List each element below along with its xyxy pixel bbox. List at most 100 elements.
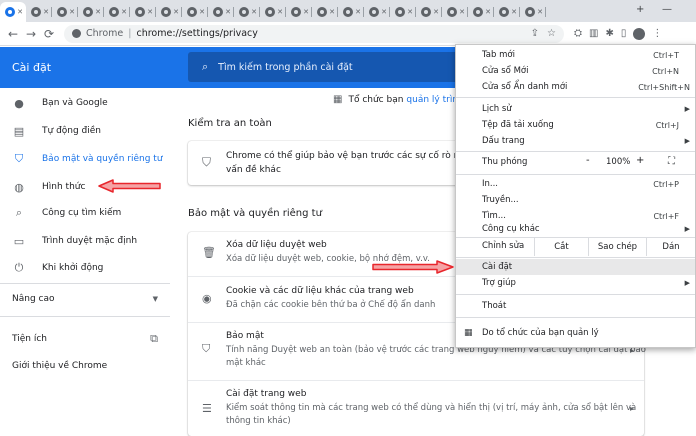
sidebar-item-label: Công cụ tìm kiếm [42, 208, 122, 218]
menu-item-settings[interactable]: Cài đặt [456, 259, 695, 275]
row-site-settings[interactable]: ☰ Cài đặt trang web Kiểm soát thông tin … [188, 382, 644, 436]
sidebar-about-chrome[interactable]: Giới thiệu về Chrome [12, 361, 107, 371]
bookmark-star-icon[interactable]: ☆ [547, 28, 556, 39]
menu-item-cast[interactable]: Truyền... [456, 192, 695, 208]
close-icon[interactable]: ✕ [537, 8, 543, 16]
close-icon[interactable]: ✕ [95, 8, 101, 16]
close-icon[interactable]: ✕ [173, 8, 179, 16]
row-subtitle-cont: thông tin khác) [226, 416, 291, 426]
tab[interactable]: ✕ [442, 2, 468, 22]
close-icon[interactable]: ✕ [225, 8, 231, 16]
settings-search-input[interactable]: ⌕ Tìm kiếm trong phần cài đặt [188, 52, 478, 82]
sidebar-item-label: Bảo mật và quyền riêng tư [42, 154, 163, 164]
tab[interactable]: ✕ [312, 2, 338, 22]
close-icon[interactable]: ✕ [43, 8, 49, 16]
zoom-out-button[interactable]: - [586, 155, 590, 166]
tab[interactable]: ✕ [286, 2, 312, 22]
sidebar-extensions[interactable]: Tiện ích ⧉ [12, 332, 158, 345]
menu-item-print[interactable]: In... Ctrl+P [456, 176, 695, 192]
back-icon[interactable]: ← [4, 25, 22, 43]
close-icon[interactable]: ✕ [303, 8, 309, 16]
menu-item-new-window[interactable]: Cửa sổ Mới Ctrl+N [456, 63, 695, 79]
close-icon[interactable]: ✕ [381, 8, 387, 16]
sidebar-item-search-engine[interactable]: ⌕ Công cụ tìm kiếm [0, 203, 170, 223]
tab[interactable]: ✕ [182, 2, 208, 22]
menu-item-help[interactable]: Trợ giúp ▶ [456, 275, 695, 291]
menu-item-exit[interactable]: Thoát [456, 298, 695, 314]
tab[interactable]: ✕ [156, 2, 182, 22]
address-bar[interactable]: Chrome | chrome://settings/privacy ⇪ ☆ [64, 24, 564, 43]
forward-icon[interactable]: → [22, 25, 40, 43]
close-icon[interactable]: ✕ [433, 8, 439, 16]
close-icon[interactable]: ✕ [511, 8, 517, 16]
sidebar-item-autofill[interactable]: ▤ Tự động điền [0, 121, 170, 141]
menu-item-history[interactable]: Lịch sử ▶ [456, 101, 695, 117]
menu-item-more-tools[interactable]: Công cụ khác ▶ [456, 221, 695, 237]
sidebar-item-privacy-security[interactable]: ⛉ Bảo mật và quyền riêng tư [0, 149, 170, 169]
tab[interactable]: ✕ [52, 2, 78, 22]
new-tab-icon[interactable]: + [636, 4, 644, 15]
close-icon[interactable]: ✕ [459, 8, 465, 16]
puzzle-icon[interactable]: ✱ [605, 28, 613, 39]
close-icon[interactable]: ✕ [355, 8, 361, 16]
tab[interactable]: ✕ [390, 2, 416, 22]
sidebar-item-on-startup[interactable]: ⏻ Khi khởi động [0, 258, 170, 278]
close-icon[interactable]: ✕ [17, 8, 23, 16]
tab[interactable]: ✕ [78, 2, 104, 22]
menu-item-new-tab[interactable]: Tab mới Ctrl+T [456, 47, 695, 63]
tab-settings[interactable]: ✕ [0, 2, 26, 22]
menu-label: Truyền... [482, 195, 519, 205]
menu-item-managed[interactable]: ▦ Do tổ chức của bạn quản lý [456, 325, 695, 341]
tab[interactable]: ✕ [416, 2, 442, 22]
tab[interactable]: ✕ [260, 2, 286, 22]
tab[interactable]: ✕ [234, 2, 260, 22]
tab[interactable]: ✕ [364, 2, 390, 22]
reading-list-icon[interactable]: ▯ [621, 28, 627, 39]
share-icon[interactable]: ⇪ [531, 28, 539, 39]
close-icon[interactable]: ✕ [121, 8, 127, 16]
tab[interactable]: ✕ [520, 2, 546, 22]
tab[interactable]: ✕ [208, 2, 234, 22]
menu-label: Tệp đã tải xuống [482, 120, 554, 130]
clipboard-icon: ▤ [13, 124, 25, 138]
close-icon[interactable]: ✕ [407, 8, 413, 16]
close-icon[interactable]: ✕ [485, 8, 491, 16]
fullscreen-icon[interactable]: ⛶ [668, 156, 675, 167]
close-icon[interactable]: ✕ [147, 8, 153, 16]
menu-label: In... [482, 179, 498, 189]
sidebar-advanced[interactable]: Nâng cao ▼ [12, 294, 158, 304]
more-menu-icon[interactable]: ⋮ [652, 28, 662, 39]
safety-check-title: Kiểm tra an toàn [188, 118, 272, 129]
paste-button[interactable]: Dán [646, 238, 695, 256]
close-icon[interactable]: ✕ [277, 8, 283, 16]
tab[interactable]: ✕ [130, 2, 156, 22]
close-icon[interactable]: ✕ [199, 8, 205, 16]
zoom-in-button[interactable]: + [636, 155, 644, 166]
trash-icon[interactable]: ▥ [589, 28, 598, 39]
avatar[interactable] [633, 27, 646, 40]
tab[interactable]: ✕ [26, 2, 52, 22]
tab[interactable]: ✕ [494, 2, 520, 22]
minimize-icon[interactable]: — [662, 4, 672, 15]
menu-zoom-row: Thu phóng - 100% + ⛶ [456, 154, 695, 172]
row-title: Cài đặt trang web [226, 389, 307, 399]
sidebar-item-you-and-google[interactable]: ● Bạn và Google [0, 93, 170, 113]
menu-item-bookmarks[interactable]: Dấu trang ▶ [456, 133, 695, 149]
extension-icon[interactable]: ⛭ [574, 28, 582, 39]
tab[interactable]: ✕ [338, 2, 364, 22]
close-icon[interactable]: ✕ [251, 8, 257, 16]
menu-label: Công cụ khác [482, 224, 540, 234]
close-icon[interactable]: ✕ [329, 8, 335, 16]
cut-button[interactable]: Cắt [534, 238, 588, 256]
tab[interactable]: ✕ [104, 2, 130, 22]
divider [456, 174, 695, 175]
menu-item-downloads[interactable]: Tệp đã tải xuống Ctrl+J [456, 117, 695, 133]
reload-icon[interactable]: ⟳ [40, 25, 58, 43]
menu-item-incognito[interactable]: Cửa sổ Ẩn danh mới Ctrl+Shift+N [456, 79, 695, 95]
sidebar-item-default-browser[interactable]: ▭ Trình duyệt mặc định [0, 231, 170, 251]
shortcut: Ctrl+N [652, 66, 679, 76]
sidebar-item-label: Trình duyệt mặc định [42, 236, 138, 246]
close-icon[interactable]: ✕ [69, 8, 75, 16]
copy-button[interactable]: Sao chép [588, 238, 646, 256]
tab[interactable]: ✕ [468, 2, 494, 22]
